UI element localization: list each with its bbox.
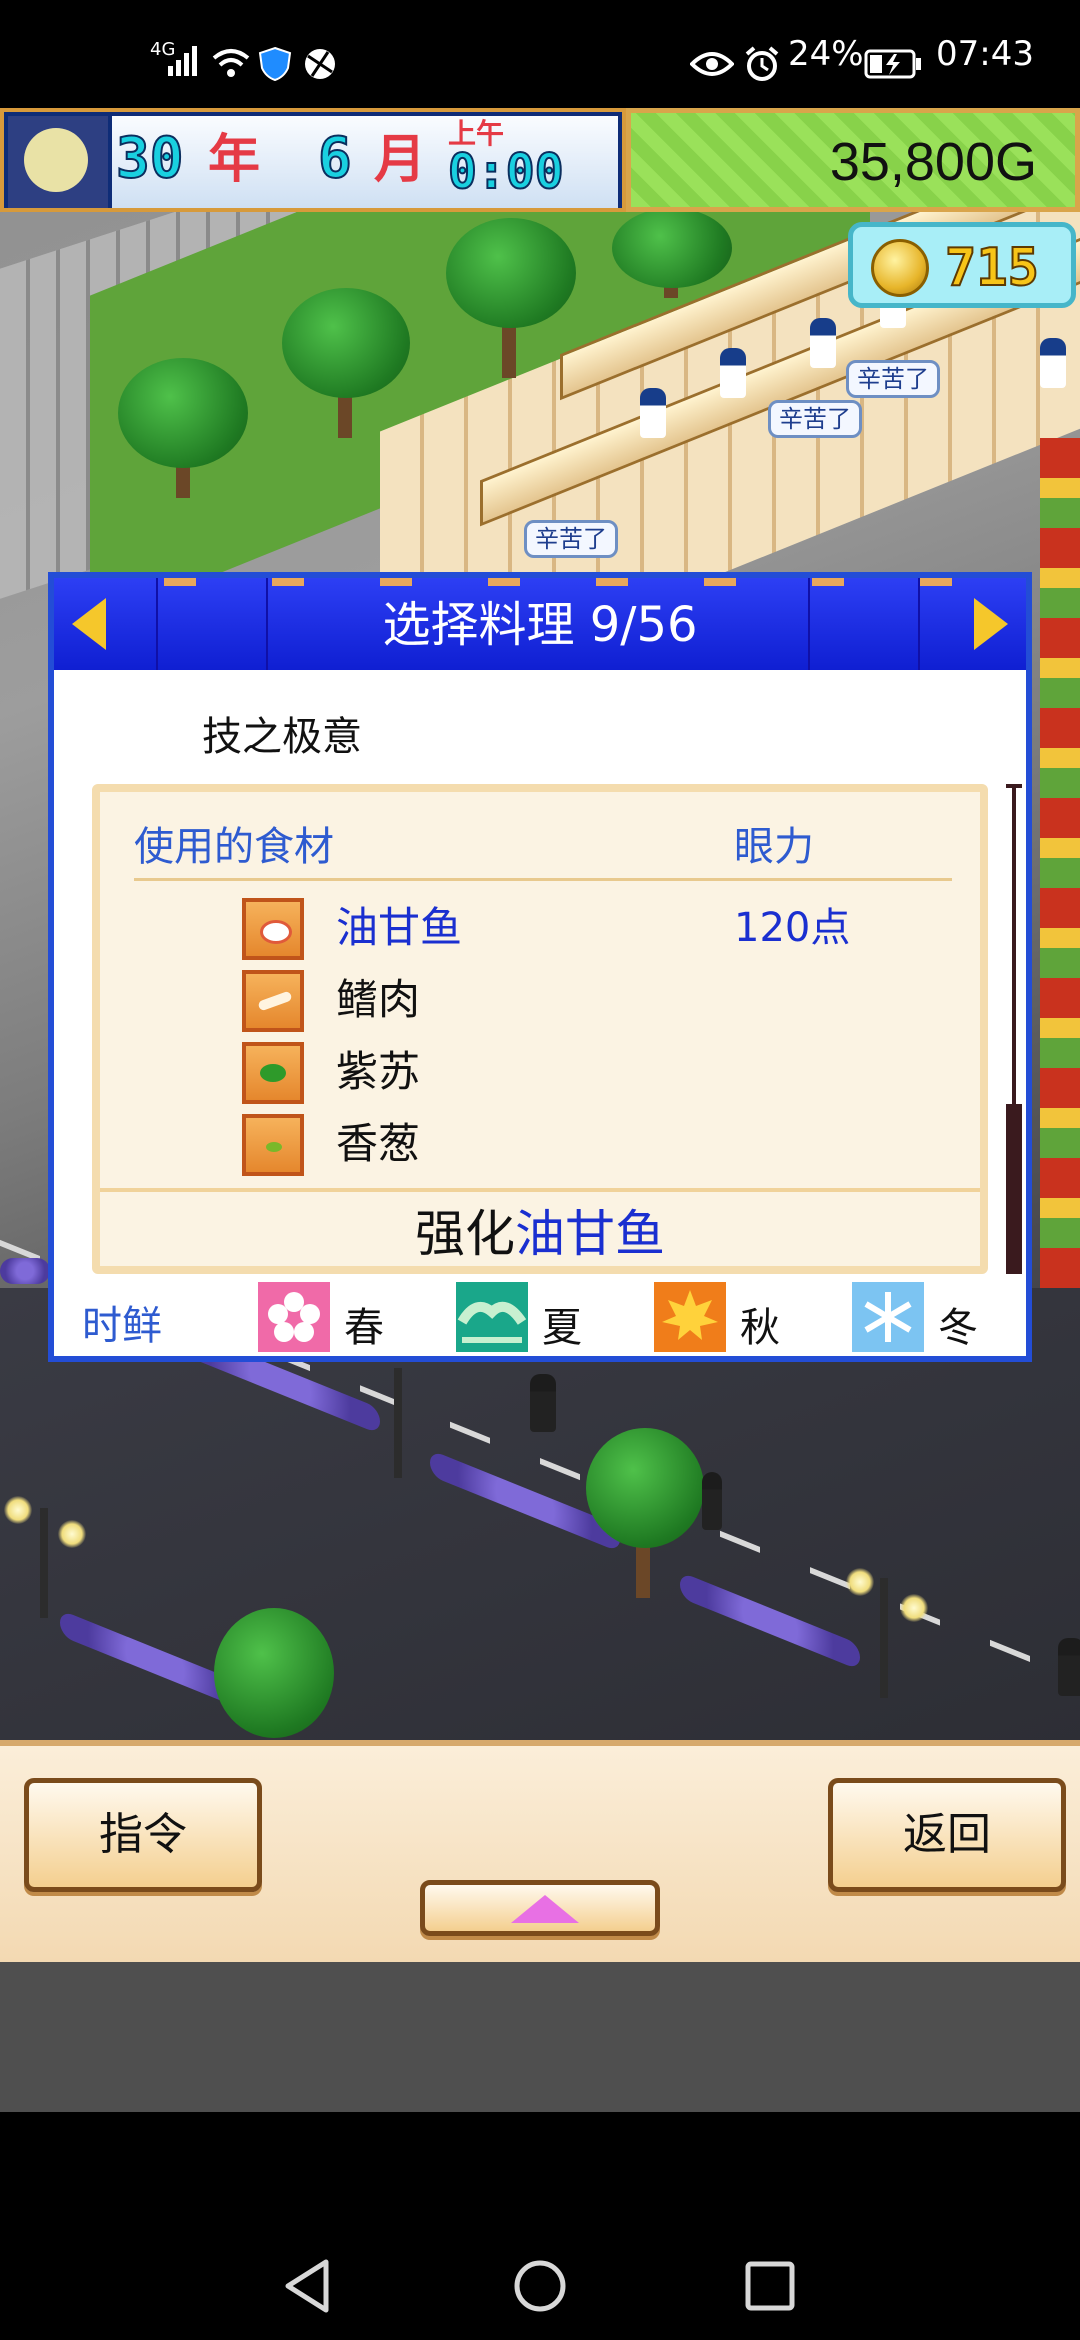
season-autumn: 秋: [654, 1282, 814, 1352]
clock: 07:43: [936, 34, 1034, 74]
season-spring: 春: [258, 1282, 418, 1352]
tree: [612, 208, 732, 288]
scrollbar-thumb[interactable]: [1006, 1104, 1022, 1274]
pedestrian: [530, 1374, 556, 1432]
date-bar: 30 年 6 月 上午 0:00: [112, 116, 618, 208]
pedestrian: [1058, 1638, 1080, 1696]
home-nav-icon[interactable]: [512, 2258, 568, 2314]
tree: [118, 358, 248, 468]
tree: [214, 1608, 334, 1738]
season-name: 夏: [542, 1305, 582, 1351]
ingredient-row[interactable]: 鳍肉: [100, 966, 980, 1038]
ingredient-panel: 使用的食材 眼力 油甘鱼 120点 鳍肉 紫苏 香葱 强化油甘鱼: [92, 784, 988, 1274]
scrollbar[interactable]: [1006, 784, 1022, 1274]
year-value: 30: [115, 126, 184, 191]
money-value: 35,800G: [829, 132, 1037, 192]
ball-icon: [305, 49, 335, 79]
effect-target: 油甘鱼: [515, 1205, 665, 1263]
lamp-light: [900, 1594, 928, 1622]
fish-icon: [242, 898, 304, 960]
eye-icon: [690, 52, 734, 76]
dialog-body: 技之极意 使用的食材 眼力 油甘鱼 120点 鳍肉 紫苏 香葱 强化油甘鱼 时鲜…: [54, 674, 1026, 1356]
lamp-light: [846, 1568, 874, 1596]
flower-bed: [0, 1258, 50, 1284]
back-button[interactable]: 返回: [828, 1778, 1066, 1892]
wifi-icon: [212, 49, 250, 77]
recents-nav-icon[interactable]: [744, 2260, 796, 2312]
scallion-icon: [242, 1114, 304, 1176]
season-winter: 冬: [852, 1282, 1012, 1352]
pedestrian: [702, 1472, 722, 1530]
speech-bubble: 辛苦了: [846, 360, 940, 398]
status-bar: 4G 24% 07:43: [0, 0, 1080, 108]
snowflake-icon: [852, 1282, 924, 1352]
expand-menu-button[interactable]: [420, 1880, 660, 1936]
cherry-blossom-icon: [258, 1282, 330, 1352]
up-arrow-icon: [511, 1895, 579, 1923]
tree: [446, 218, 576, 328]
alarm-icon: [745, 46, 779, 81]
tree: [586, 1428, 704, 1548]
staff: [1040, 338, 1066, 388]
season-name: 秋: [740, 1305, 780, 1351]
command-button[interactable]: 指令: [24, 1778, 262, 1892]
stat-header: 眼力: [734, 824, 814, 870]
back-nav-icon[interactable]: [282, 2258, 332, 2314]
speech-bubble: 辛苦了: [524, 520, 618, 558]
tree: [282, 288, 410, 398]
moon-icon: [8, 116, 108, 208]
year-unit: 年: [208, 130, 261, 190]
ingredient-name: 紫苏: [336, 1047, 421, 1096]
shield-icon: [258, 46, 292, 82]
dish-name: 技之极意: [202, 714, 362, 760]
ingredient-row[interactable]: 油甘鱼 120点: [100, 894, 980, 966]
select-dish-dialog: 选择料理 9/56 技之极意 使用的食材 眼力 油甘鱼 120点 鳍肉 紫苏 香…: [48, 572, 1032, 1362]
season-name: 春: [344, 1305, 384, 1351]
shiso-icon: [242, 1042, 304, 1104]
dialog-header: 选择料理 9/56: [54, 578, 1026, 674]
game-clock: 0:00: [447, 144, 565, 200]
ingredient-row[interactable]: 香葱: [100, 1110, 980, 1182]
signal-icon: [168, 46, 197, 76]
street-lamp: [394, 1368, 402, 1478]
empty-area: [0, 1962, 1080, 2112]
battery-percent: 24%: [788, 34, 864, 74]
fin-meat-icon: [242, 970, 304, 1032]
ingredient-row[interactable]: 紫苏: [100, 1038, 980, 1110]
speech-bubble: 辛苦了: [768, 400, 862, 438]
ingredient-name: 油甘鱼: [336, 903, 463, 952]
battery-icon: [864, 49, 921, 79]
lamp-light: [4, 1496, 32, 1524]
street-lamp: [40, 1508, 48, 1618]
date-panel[interactable]: 30 年 6 月 上午 0:00: [0, 108, 626, 212]
season-name: 冬: [938, 1305, 978, 1351]
ingredient-name: 香葱: [336, 1119, 421, 1168]
staff: [640, 388, 666, 438]
bottom-panel: 指令 返回: [0, 1740, 1080, 1962]
street-lamp: [880, 1578, 888, 1698]
ingredients-header: 使用的食材: [134, 824, 334, 870]
money-panel: 35,800G: [626, 108, 1080, 212]
next-arrow-icon[interactable]: [974, 598, 1008, 650]
system-navigation-bar: [0, 2112, 1080, 2340]
effect-text: 强化油甘鱼: [100, 1204, 980, 1264]
coin-value: 715: [944, 238, 1040, 298]
coin-panel[interactable]: 715: [848, 222, 1076, 308]
ingredient-name: 鳍肉: [336, 975, 421, 1024]
dialog-title: 选择料理 9/56: [382, 597, 698, 653]
effect-prefix: 强化: [415, 1205, 515, 1263]
ingredient-stat: 120点: [734, 905, 851, 951]
staff: [720, 348, 746, 398]
month-value: 6: [317, 126, 353, 191]
season-label: 时鲜: [82, 1303, 162, 1349]
coin-icon: [871, 239, 929, 297]
lamp-light: [58, 1520, 86, 1548]
season-summer: 夏: [456, 1282, 616, 1352]
month-unit: 月: [374, 130, 427, 190]
wave-icon: [456, 1282, 528, 1352]
maple-leaf-icon: [654, 1282, 726, 1352]
staff: [810, 318, 836, 368]
